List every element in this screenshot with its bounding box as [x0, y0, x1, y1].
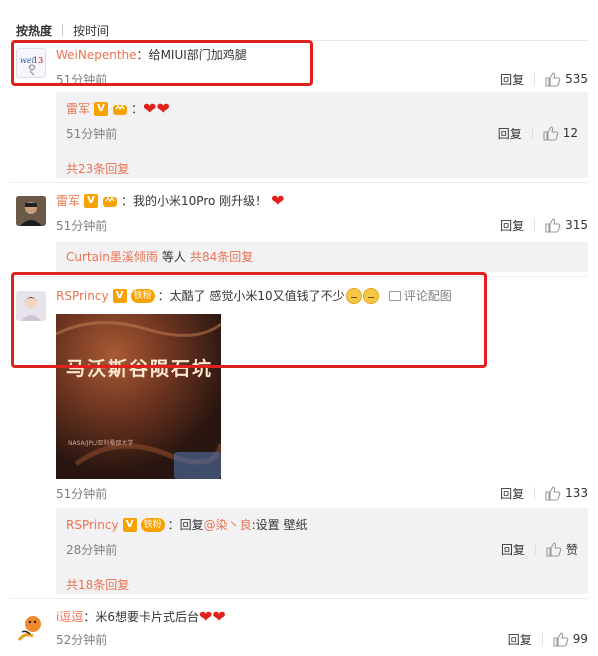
like-button[interactable]: 99: [543, 631, 588, 647]
mention-link[interactable]: @染丶良: [204, 516, 252, 534]
divider: [10, 276, 588, 277]
heart-emoji-icon: ❤: [271, 191, 285, 210]
divider: [10, 598, 588, 599]
crown-badge-icon: [113, 104, 128, 115]
fan-badge: 铁粉: [140, 518, 165, 532]
like-count: 99: [572, 632, 588, 646]
comment-picture-label: 评论配图: [403, 289, 452, 303]
like-count: 12: [562, 126, 578, 140]
verified-badge-icon: V: [112, 289, 127, 303]
verified-badge-icon: V: [122, 518, 137, 532]
avatar[interactable]: [16, 196, 46, 226]
comment-text: 太酷了 感觉小米10又值钱了不少: [169, 289, 345, 303]
reply-box: RSPrincy V 铁粉 ： 回复 @染丶良 :设置 壁纸 28分钟前 回复 …: [56, 508, 588, 594]
image-caption: NASA/JPL/亚利桑那大学: [68, 440, 134, 447]
sort-bar: 按热度 按时间: [16, 20, 109, 40]
thumbs-up-icon: [546, 542, 562, 557]
reply-username[interactable]: 雷军: [66, 100, 90, 118]
like-count: 535: [565, 72, 588, 86]
thumbs-up-icon: [543, 126, 559, 141]
comment-picture-link[interactable]: 评论配图: [388, 287, 452, 305]
comment-time: 52分钟前: [56, 632, 108, 647]
heart-emoji-icon: ❤: [143, 99, 157, 118]
comment-text: 我的小米10Pro 刚升级！: [133, 194, 268, 208]
comment-username[interactable]: RSPrincy: [56, 287, 109, 305]
image-title: 马沃斯谷陨石坑: [66, 358, 214, 380]
reply-text-prefix: 回复: [179, 518, 204, 532]
like-button[interactable]: 133: [535, 485, 588, 501]
like-button[interactable]: 12: [533, 125, 578, 141]
like-count: 315: [565, 218, 588, 232]
reply-button[interactable]: 回复: [488, 125, 532, 142]
reply-summary-box: Curtain墨溪倾雨 等人 共84条回复: [56, 242, 588, 272]
avatar-photo-icon: [16, 291, 46, 321]
heart-emoji-icon: ❤: [199, 607, 213, 626]
comment-time: 51分钟前: [56, 486, 108, 501]
thumbs-up-icon: [545, 486, 561, 501]
comment-image[interactable]: 马沃斯谷陨石坑 NASA/JPL/亚利桑那大学: [56, 314, 221, 479]
avatar[interactable]: wei 13: [16, 48, 46, 78]
comment-username[interactable]: 雷军: [56, 192, 80, 210]
reply-username[interactable]: RSPrincy: [66, 516, 119, 534]
reply-button[interactable]: 回复: [498, 631, 542, 648]
reply-button[interactable]: 回复: [491, 541, 535, 558]
verified-badge-icon: V: [84, 194, 99, 208]
reply-box: 雷军 V ： ❤ ❤ 51分钟前 回复 12 共23条回复: [56, 92, 588, 178]
more-replies-link[interactable]: 共23条回复: [66, 160, 578, 177]
comment-time: 51分钟前: [56, 218, 108, 233]
divider: [10, 182, 588, 183]
comment-text: 给MIUI部门加鸡腿: [148, 48, 247, 62]
doge-emoji-icon: [345, 288, 362, 304]
reply-time: 51分钟前: [66, 126, 118, 141]
avatar-logo-icon: wei 13: [20, 56, 43, 76]
avatar-cartoon-icon: [16, 612, 46, 642]
reply-time: 28分钟前: [66, 542, 118, 557]
like-count: 133: [565, 486, 588, 500]
comment-meta-row: 51分钟前 回复 133: [10, 484, 588, 502]
comment-text: 米6想要卡片式后台: [95, 610, 199, 624]
top-divider: [10, 40, 588, 41]
thumbs-up-icon: [553, 632, 569, 647]
reply-button[interactable]: 回复: [490, 71, 534, 88]
like-button[interactable]: 315: [535, 217, 588, 233]
comment-item: 雷军 V ： 我的小米10Pro 刚升级！ ❤ 51分钟前 回复 315 Cur…: [10, 192, 588, 276]
reply-summary-text: 等人: [161, 250, 186, 264]
reply-button[interactable]: 回复: [490, 217, 534, 234]
like-button[interactable]: 535: [535, 71, 588, 87]
crown-badge-icon: [103, 196, 118, 207]
sort-by-time-tab[interactable]: 按时间: [73, 22, 109, 39]
reply-button[interactable]: 回复: [490, 485, 534, 502]
like-label: 赞: [565, 542, 578, 557]
avatar-photo-icon: [16, 196, 46, 226]
reply-username[interactable]: Curtain墨溪倾雨: [66, 248, 158, 266]
sort-by-hot-tab[interactable]: 按热度: [16, 22, 52, 39]
image-icon: [388, 291, 401, 301]
comment-item: wei 13 WeiNepenthe ： 给MIUI部门加鸡腿 51分钟前 回复…: [10, 46, 588, 184]
thumbs-up-icon: [545, 218, 561, 233]
avatar[interactable]: [16, 612, 46, 642]
thumbs-up-icon: [545, 72, 561, 87]
like-button[interactable]: 赞: [536, 541, 578, 558]
comment-username[interactable]: WeiNepenthe: [56, 46, 137, 64]
svg-text:13: 13: [33, 56, 43, 65]
reply-text: :设置 壁纸: [251, 518, 308, 532]
heart-emoji-icon: ❤: [212, 607, 226, 626]
mars-crater-image-icon: [56, 314, 221, 479]
comment-item: i逗逗 ： 米6想要卡片式后台 ❤ ❤ 52分钟前 回复 99: [10, 608, 588, 656]
sort-separator: [62, 24, 64, 36]
doge-emoji-icon: [362, 288, 379, 304]
fan-badge: 铁粉: [130, 289, 155, 303]
more-replies-link[interactable]: 共84条回复: [190, 248, 253, 266]
avatar[interactable]: [16, 291, 46, 321]
verified-badge-icon: V: [94, 102, 109, 116]
more-replies-link[interactable]: 共18条回复: [66, 576, 578, 593]
heart-emoji-icon: ❤: [156, 99, 170, 118]
comment-time: 51分钟前: [56, 72, 108, 87]
comment-username[interactable]: i逗逗: [56, 608, 83, 626]
